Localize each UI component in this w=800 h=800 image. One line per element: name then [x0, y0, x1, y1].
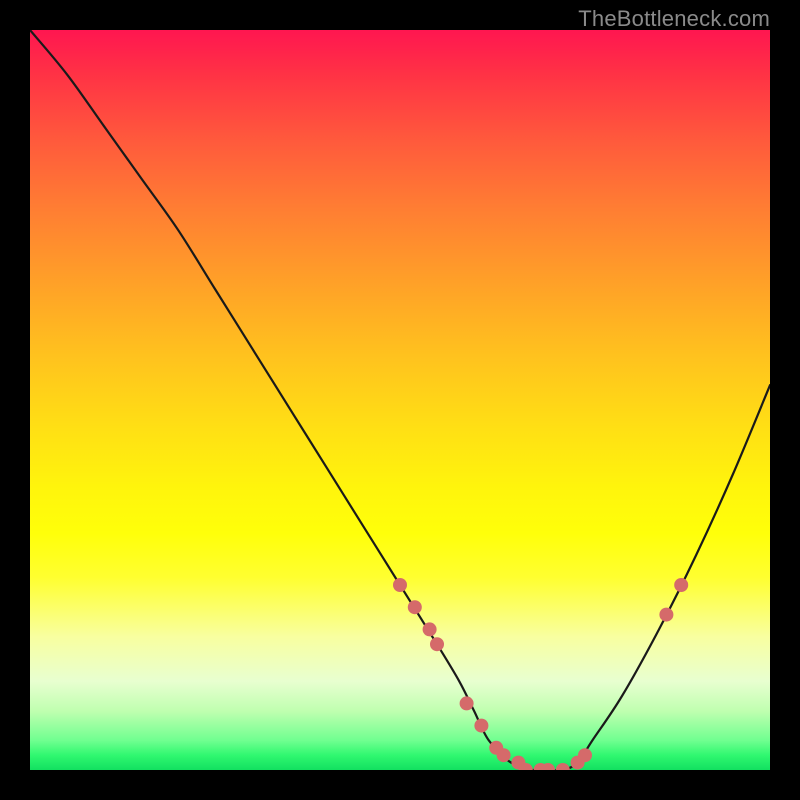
highlight-dot [674, 578, 688, 592]
highlight-dots [393, 578, 688, 770]
curve-layer [30, 30, 770, 770]
watermark-text: TheBottleneck.com [578, 6, 770, 32]
highlight-dot [578, 748, 592, 762]
highlight-dot [474, 719, 488, 733]
highlight-dot [430, 637, 444, 651]
plot-area [30, 30, 770, 770]
highlight-dot [460, 696, 474, 710]
highlight-dot [497, 748, 511, 762]
highlight-dot [659, 608, 673, 622]
bottleneck-curve [30, 30, 770, 770]
highlight-dot [393, 578, 407, 592]
highlight-dot [423, 622, 437, 636]
highlight-dot [408, 600, 422, 614]
chart-container: TheBottleneck.com [0, 0, 800, 800]
highlight-dot [556, 763, 570, 770]
